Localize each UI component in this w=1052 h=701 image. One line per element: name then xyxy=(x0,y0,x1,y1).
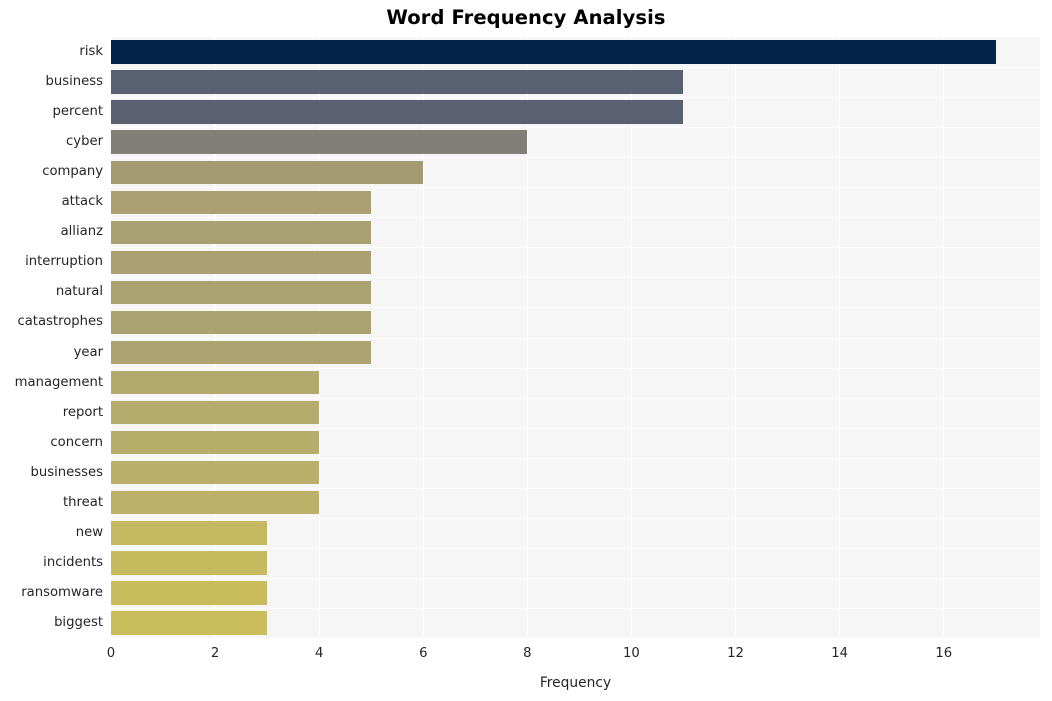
y-tick-label-report: report xyxy=(62,404,103,420)
row-separator-15 xyxy=(111,487,1040,489)
x-tick-label-16: 16 xyxy=(935,646,953,661)
bar-attack xyxy=(111,190,372,214)
x-axis-tick-labels: Frequency 0 2 4 6 8 10 12 14 16 xyxy=(0,638,1052,701)
bar-allianz xyxy=(111,220,372,245)
row-separator-16 xyxy=(111,517,1040,519)
y-tick-label-incidents: incidents xyxy=(43,554,103,570)
x-tick-label-4: 4 xyxy=(314,646,324,661)
bar-business xyxy=(111,70,684,94)
row-separator-1 xyxy=(111,67,1040,69)
y-tick-label-year: year xyxy=(73,344,103,360)
y-tick-label-interruption: interruption xyxy=(25,254,103,270)
row-separator-6 xyxy=(111,217,1040,219)
x-tick-label-2: 2 xyxy=(210,646,220,661)
bar-interruption xyxy=(111,250,372,275)
row-separator-10 xyxy=(111,337,1040,339)
y-axis-tick-labels: risk business percent cyber company attack all… xyxy=(0,37,103,638)
bar-biggest xyxy=(111,611,268,635)
row-separator-3 xyxy=(111,127,1040,129)
bar-risk xyxy=(111,40,996,64)
row-separator-5 xyxy=(111,187,1040,189)
y-tick-label-risk: risk xyxy=(79,44,103,60)
y-tick-label-natural: natural xyxy=(55,284,103,300)
bar-year xyxy=(111,340,372,365)
y-tick-label-threat: threat xyxy=(62,494,103,510)
bar-report xyxy=(111,400,320,425)
row-separator-19 xyxy=(111,607,1040,609)
y-tick-label-attack: attack xyxy=(61,194,103,210)
row-separator-7 xyxy=(111,247,1040,249)
row-separator-4 xyxy=(111,157,1040,159)
row-separator-18 xyxy=(111,577,1040,579)
x-tick-label-14: 14 xyxy=(831,646,849,661)
row-separator-13 xyxy=(111,427,1040,429)
bar-catastrophes xyxy=(111,310,372,335)
y-tick-label-businesses: businesses xyxy=(30,464,103,480)
row-separator-17 xyxy=(111,547,1040,549)
y-tick-label-percent: percent xyxy=(52,104,103,120)
x-axis-label: Frequency xyxy=(539,675,612,691)
y-tick-label-catastrophes: catastrophes xyxy=(17,314,103,330)
row-separator-9 xyxy=(111,307,1040,309)
plot-area xyxy=(111,37,1040,638)
y-tick-label-new: new xyxy=(75,524,103,540)
bar-ransomware xyxy=(111,581,268,605)
bar-incidents xyxy=(111,551,268,575)
y-tick-label-cyber: cyber xyxy=(66,134,103,150)
y-tick-label-management: management xyxy=(14,374,103,390)
bar-new xyxy=(111,521,268,545)
x-tick-label-8: 8 xyxy=(523,646,532,661)
x-tick-label-6: 6 xyxy=(419,646,428,661)
bar-cyber xyxy=(111,130,528,154)
x-tick-label-0: 0 xyxy=(106,646,116,661)
row-separator-11 xyxy=(111,367,1040,369)
row-separator-12 xyxy=(111,397,1040,399)
bar-threat xyxy=(111,491,320,515)
row-separator-14 xyxy=(111,457,1040,459)
y-tick-label-allianz: allianz xyxy=(60,224,103,240)
bar-businesses xyxy=(111,461,320,485)
row-separator-8 xyxy=(111,277,1040,279)
chart-title: Word Frequency Analysis xyxy=(386,6,666,29)
bar-natural xyxy=(111,280,372,305)
y-tick-label-concern: concern xyxy=(50,434,103,450)
x-tick-label-12: 12 xyxy=(727,646,744,661)
bar-concern xyxy=(111,430,320,455)
bar-company xyxy=(111,160,424,184)
y-tick-label-biggest: biggest xyxy=(54,614,103,630)
row-separator-2 xyxy=(111,97,1040,99)
y-tick-label-company: company xyxy=(42,164,103,180)
y-tick-label-ransomware: ransomware xyxy=(21,584,103,600)
word-frequency-chart-figure: Word Frequency Analysis risk business perc… xyxy=(0,0,1052,701)
bar-percent xyxy=(111,100,684,124)
y-tick-label-business: business xyxy=(45,74,103,90)
bar-management xyxy=(111,370,320,395)
x-tick-label-10: 10 xyxy=(623,646,640,661)
